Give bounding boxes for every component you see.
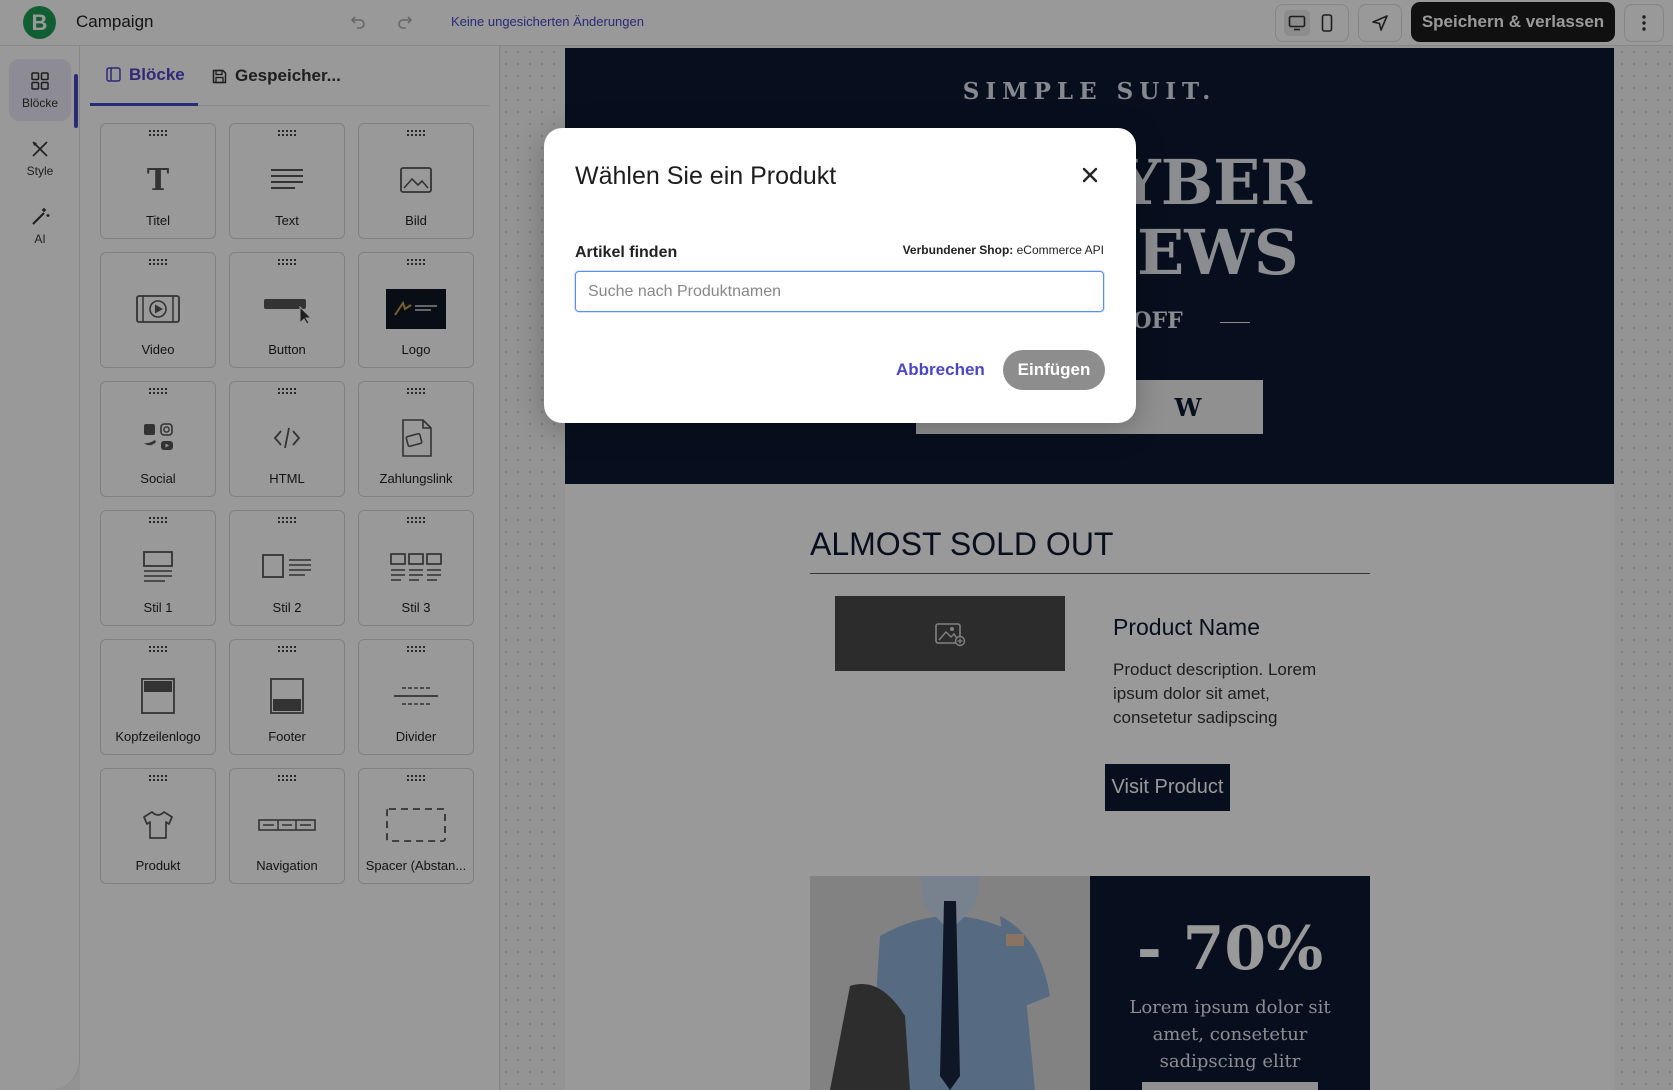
dialog-title: Wählen Sie ein Produkt xyxy=(575,162,837,190)
select-product-dialog: Wählen Sie ein Produkt Artikel finden Ve… xyxy=(544,128,1136,423)
close-button[interactable] xyxy=(1077,162,1103,188)
insert-button[interactable]: Einfügen xyxy=(1003,350,1105,390)
cancel-button[interactable]: Abbrechen xyxy=(884,350,997,390)
connected-shop-info: Verbundener Shop: eCommerce API xyxy=(903,243,1104,257)
connected-shop-label: Verbundener Shop: xyxy=(902,243,1014,257)
search-field-label: Artikel finden xyxy=(575,244,678,261)
product-search-input[interactable] xyxy=(575,271,1104,312)
close-icon xyxy=(1082,167,1098,183)
connected-shop-value: eCommerce API xyxy=(1016,243,1104,257)
